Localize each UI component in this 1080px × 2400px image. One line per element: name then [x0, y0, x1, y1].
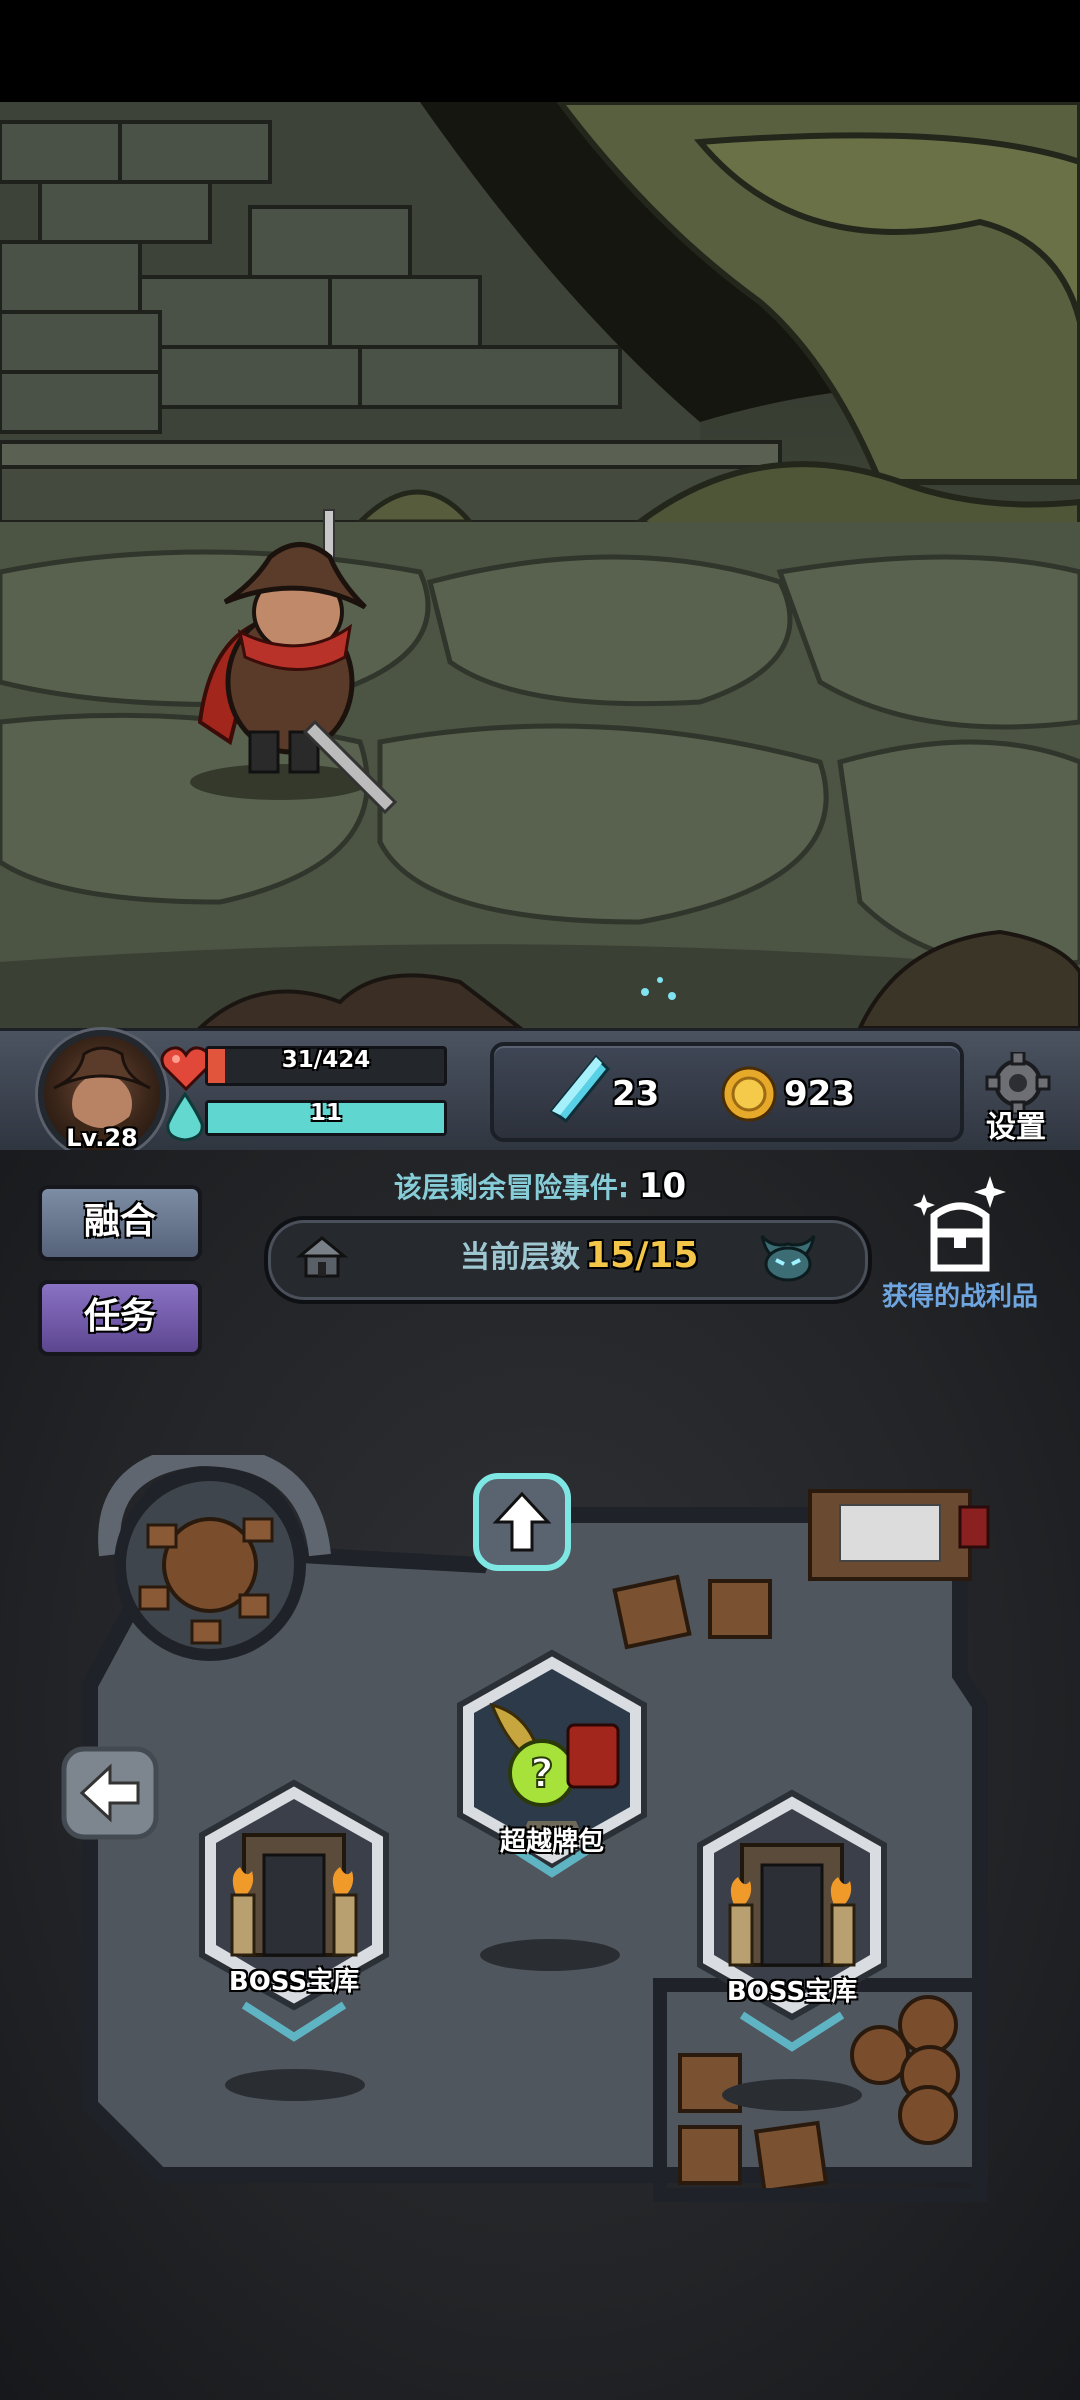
map-node-label: BOSS宝库: [726, 1977, 858, 2007]
remaining-events-count: 10: [638, 1166, 687, 1206]
left-arrow-icon: [61, 1746, 159, 1840]
loot-button[interactable]: [904, 1172, 1014, 1276]
dungeon-map: ? 超越牌包 BOSS宝库 BOSS宝库: [61, 1443, 1040, 2215]
player-level: Lv.28: [66, 1124, 138, 1152]
map-node-boss-vault-left[interactable]: BOSS宝库: [174, 1775, 414, 2075]
map-node-card-pack[interactable]: ? 超越牌包: [432, 1645, 672, 1935]
crystal-icon: [548, 1054, 611, 1125]
mana-drop-icon: [162, 1091, 208, 1142]
map-node-boss-vault-right[interactable]: BOSS宝库: [672, 1785, 912, 2085]
demon-boss-icon: [756, 1228, 820, 1284]
treasure-chest-icon: [913, 1176, 1006, 1272]
task-button[interactable]: 任务: [38, 1280, 202, 1356]
settings-label: 设置: [986, 1110, 1046, 1145]
up-arrow-button[interactable]: [470, 1470, 574, 1574]
house-icon: [295, 1232, 349, 1282]
current-floor-value: 15/15: [585, 1235, 699, 1276]
map-node-label: 超越牌包: [499, 1827, 604, 1857]
fuse-button[interactable]: 融合: [38, 1185, 202, 1261]
hp-text: 31/424: [281, 1047, 371, 1073]
boss-vault-icon: [697, 1789, 887, 2052]
up-arrow-icon: [473, 1473, 571, 1571]
coin-count: 923: [784, 1074, 855, 1114]
loot-label: 获得的战利品: [881, 1282, 1038, 1312]
mp-text: 11: [309, 1100, 342, 1126]
left-arrow-button[interactable]: [60, 1745, 160, 1841]
status-bar-area: [0, 0, 1080, 102]
battle-scene: [0, 102, 1080, 1028]
current-floor: 当前层数 15/15: [460, 1232, 760, 1276]
gold-coin-icon: [720, 1065, 778, 1123]
svg-text:?: ?: [530, 1751, 553, 1797]
battle-scene-art: [0, 102, 1080, 1028]
settings-button[interactable]: 设置: [978, 1050, 1058, 1148]
remaining-events: 该层剩余冒险事件: 10: [330, 1166, 750, 1206]
boss-vault-icon: [199, 1779, 389, 2042]
gem-count: 23: [612, 1074, 660, 1114]
map-node-label: BOSS宝库: [228, 1967, 360, 1997]
current-floor-label: 当前层数: [460, 1240, 580, 1275]
remaining-events-label: 该层剩余冒险事件:: [393, 1171, 630, 1204]
